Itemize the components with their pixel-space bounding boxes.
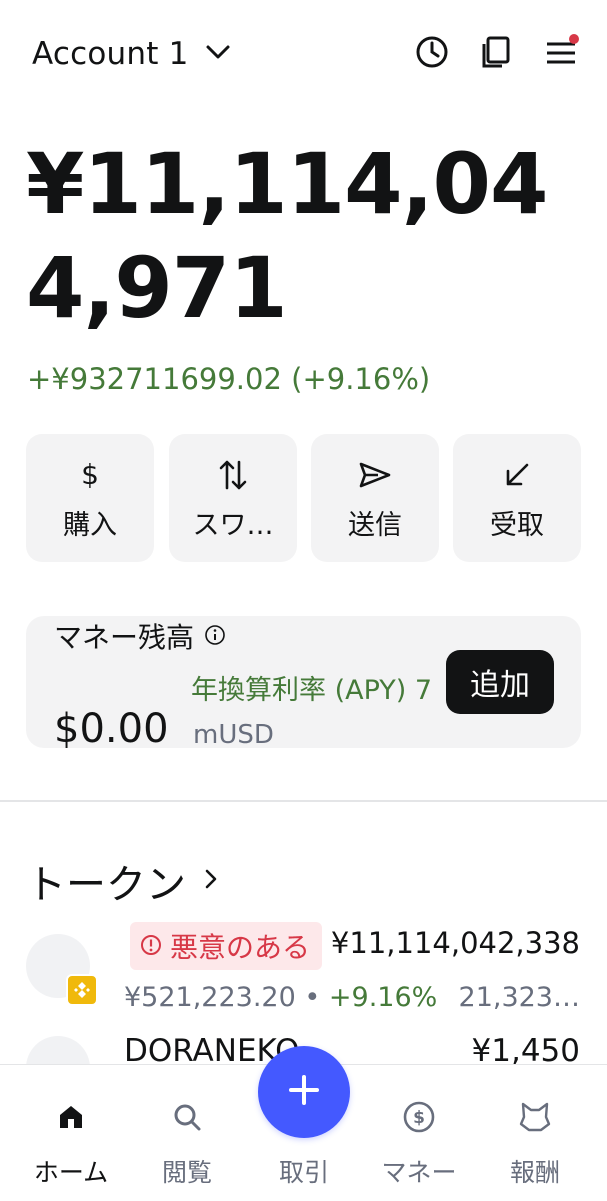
info-icon[interactable]	[204, 620, 226, 653]
plus-icon	[286, 1072, 322, 1112]
add-money-button[interactable]: 追加	[446, 650, 554, 714]
nav-home-label: ホーム	[33, 1158, 109, 1187]
receive-button[interactable]: 受取	[453, 434, 581, 562]
dollar-circle-icon: $	[402, 1097, 436, 1137]
swap-icon	[218, 455, 248, 495]
nav-rewards-label: 報酬	[509, 1158, 560, 1187]
money-balance-card[interactable]: マネー残高 年換算利率 (APY) 7 $0.00 mUSD 追加	[26, 616, 581, 748]
tokens-header[interactable]: トークン	[26, 852, 220, 910]
nav-money[interactable]: $ マネー	[364, 1097, 474, 1189]
token-price-row: ¥521,223.20 • +9.16%	[124, 982, 437, 1013]
nav-home[interactable]: ホーム	[16, 1097, 126, 1189]
account-selector[interactable]: Account 1	[22, 26, 243, 82]
token-value: ¥11,114,042,338	[330, 926, 580, 960]
account-name: Account 1	[32, 36, 189, 72]
send-icon	[358, 455, 392, 495]
buy-button[interactable]: $ 購入	[26, 434, 154, 562]
chevron-down-icon	[203, 37, 233, 71]
chevron-right-icon	[202, 865, 220, 897]
send-button[interactable]: 送信	[311, 434, 439, 562]
home-icon	[56, 1097, 86, 1137]
token-change: +9.16%	[328, 982, 438, 1013]
menu-icon[interactable]	[541, 32, 581, 72]
swap-label: スワ…	[192, 509, 274, 541]
money-balance-title: マネー残高	[54, 616, 226, 656]
money-amount: $0.00	[54, 706, 169, 748]
nav-browse-label: 閲覧	[161, 1158, 212, 1187]
balance-change: +¥932711699.02 (+9.16%)	[27, 362, 431, 396]
bnb-chain-icon	[66, 974, 98, 1006]
notification-dot	[569, 34, 579, 44]
trade-plus-button[interactable]	[258, 1046, 350, 1138]
apy-rate: 年換算利率 (APY) 7	[191, 675, 433, 706]
receive-icon	[503, 455, 531, 495]
receive-label: 受取	[490, 509, 544, 541]
token-quantity: 21,323…	[458, 982, 580, 1013]
nav-browse[interactable]: 閲覧	[132, 1097, 242, 1189]
nav-trade-label: 取引	[278, 1158, 329, 1187]
dollar-icon: $	[81, 458, 99, 491]
swap-button[interactable]: スワ…	[169, 434, 297, 562]
nav-money-label: マネー	[381, 1158, 457, 1187]
token-price: ¥521,223.20	[124, 982, 296, 1013]
nav-rewards[interactable]: 報酬	[480, 1097, 590, 1189]
token-separator: •	[304, 982, 321, 1013]
tokens-title: トークン	[26, 862, 186, 908]
send-label: 送信	[348, 509, 402, 541]
section-divider	[0, 800, 607, 802]
malicious-warning-badge: 悪意のある	[130, 922, 323, 970]
activity-clock-icon[interactable]	[412, 32, 452, 72]
buy-label: 購入	[63, 509, 117, 541]
total-balance: ¥11,114,044,971	[26, 135, 548, 337]
copy-icon[interactable]	[476, 32, 516, 72]
fox-icon	[518, 1097, 552, 1137]
money-unit: mUSD	[193, 720, 274, 748]
warning-icon	[140, 930, 162, 963]
money-balance-label: マネー残高	[54, 621, 195, 654]
svg-text:$: $	[413, 1108, 425, 1128]
warning-text: 悪意のある	[170, 931, 311, 964]
search-icon	[172, 1097, 202, 1137]
